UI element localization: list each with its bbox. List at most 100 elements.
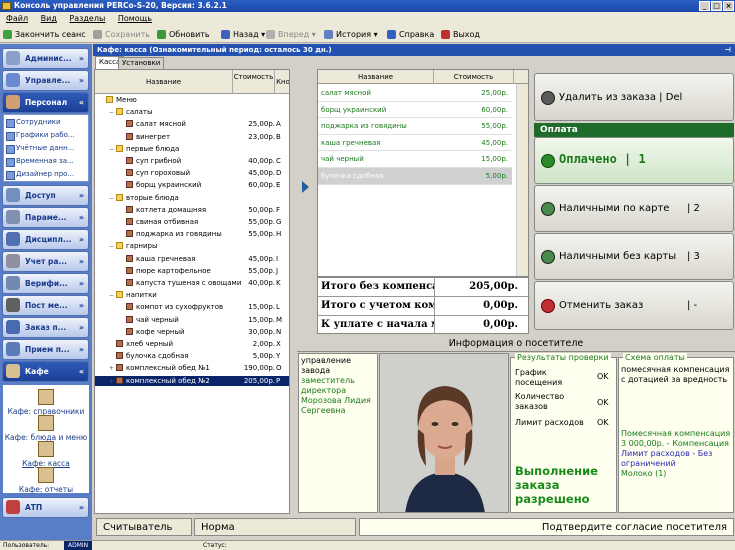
menu-row-key: A — [276, 120, 281, 129]
menu-row[interactable]: капуста тушеная с овощами 40,00р. K — [95, 278, 289, 289]
sidebar-access[interactable]: Доступ» — [2, 185, 89, 206]
tree-toggle-icon[interactable]: − — [109, 242, 116, 253]
maximize-icon[interactable]: □ — [711, 1, 722, 11]
menu-row[interactable]: суп гороховый 45,00р. D — [95, 168, 289, 179]
forward-button[interactable]: Вперед ▾ — [265, 27, 316, 42]
cash-no-card-button[interactable]: Наличными без карты | 3 — [534, 233, 734, 280]
menu-row[interactable]: − напитки — [95, 290, 289, 302]
menu-row[interactable]: свиная отбивная 55,00р. G — [95, 217, 289, 228]
menu-row[interactable]: винегрет 23,00р. B — [95, 132, 289, 143]
save-button[interactable]: Сохранить — [92, 27, 150, 42]
sidebar-item-employees[interactable]: Сотрудники — [6, 118, 61, 128]
sidebar-reception[interactable]: Прием п...» — [2, 339, 89, 360]
sidebar-item-schedules[interactable]: Графики рабо... — [6, 131, 75, 141]
tree-toggle-icon[interactable]: − — [109, 108, 116, 119]
menu-row[interactable]: − вторые блюда — [95, 193, 289, 205]
sidebar-item-cafe-cashier[interactable]: Кафе: касса — [3, 441, 89, 468]
sidebar-personnel[interactable]: Персонал « — [2, 92, 89, 113]
menu-row[interactable]: − гарниры — [95, 241, 289, 253]
sidebar-admin[interactable]: Админис...» — [2, 48, 89, 69]
column-price[interactable]: Стоимость — [233, 70, 275, 94]
menu-row[interactable]: Меню — [95, 95, 289, 106]
menu-row[interactable]: кофе черный 30,00р. N — [95, 327, 289, 338]
column-key[interactable]: Кно — [275, 70, 289, 94]
sidebar-params[interactable]: Параме...» — [2, 207, 89, 228]
order-row[interactable]: булочка сдобная 5,00р. — [318, 168, 512, 185]
sidebar-timesheet[interactable]: Учет ра...» — [2, 251, 89, 272]
order-row[interactable]: борщ украинский 60,00р. — [318, 102, 512, 119]
menu-row[interactable]: + комплексный обед №2 205,00р. P — [95, 375, 289, 388]
menu-row[interactable]: каша гречневая 45,00р. I — [95, 254, 289, 265]
sidebar-management[interactable]: Управле...» — [2, 70, 89, 91]
menu-view[interactable]: Вид — [41, 14, 57, 23]
tree-toggle-icon[interactable]: − — [109, 145, 116, 156]
sidebar-atp[interactable]: АТП» — [2, 497, 89, 518]
menu-row[interactable]: котлета домашняя 50,00р. F — [95, 205, 289, 216]
order-row[interactable]: чай черный 15,00р. — [318, 151, 512, 168]
column-name[interactable]: Название — [95, 70, 233, 94]
menu-row[interactable]: пюре картофельное 55,00р. J — [95, 266, 289, 277]
params-icon — [6, 210, 20, 224]
help-button[interactable]: Справка — [386, 27, 434, 42]
menu-row[interactable]: суп грибной 40,00р. C — [95, 156, 289, 167]
close-icon[interactable]: × — [723, 1, 734, 11]
menu-row[interactable]: − салаты — [95, 107, 289, 119]
sidebar-discipline[interactable]: Дисципл...» — [2, 229, 89, 250]
menu-row-name: хлеб черный — [109, 339, 173, 350]
cashier-icon — [38, 441, 54, 457]
folder-icon — [116, 242, 123, 250]
sidebar-order[interactable]: Заказ п...» — [2, 317, 89, 338]
refresh-button[interactable]: Обновить — [156, 27, 210, 42]
menu-row[interactable]: поджарка из говядины 55,00р. H — [95, 229, 289, 240]
menu-file[interactable]: Файл — [6, 14, 28, 23]
minimize-icon[interactable]: _ — [699, 1, 710, 11]
menu-row[interactable]: булочка сдобная 5,00р. Y — [95, 351, 289, 362]
refresh-icon — [157, 30, 166, 39]
order-allowed-message: Выполнение заказа разрешено — [515, 464, 598, 506]
history-button[interactable]: История ▾ — [323, 27, 378, 42]
sidebar-cafe[interactable]: Кафе « — [2, 361, 89, 382]
cash-by-card-button[interactable]: Наличными по карте | 2 — [534, 185, 734, 232]
sidebar-verification[interactable]: Верифи...» — [2, 273, 89, 294]
tree-toggle-icon[interactable]: − — [109, 194, 116, 205]
sidebar-item-accounts[interactable]: Учётные данн... — [5, 144, 74, 154]
back-button[interactable]: Назад ▾ — [220, 27, 265, 42]
paid-button[interactable]: Оплачено | 1 — [534, 137, 734, 184]
menu-help[interactable]: Помощь — [118, 14, 152, 23]
menu-row[interactable]: − первые блюда — [95, 144, 289, 156]
pin-icon[interactable]: ⊣ — [725, 44, 731, 56]
tree-toggle-icon[interactable]: − — [109, 291, 116, 302]
menu-row[interactable]: борщ украинский 60,00р. E — [95, 180, 289, 191]
order-column-name[interactable]: Название — [318, 70, 434, 84]
window-title: Консоль управления PERCo-S-20, Версия: 3… — [14, 1, 227, 10]
sidebar-item-designer[interactable]: Дизайнер про... — [5, 170, 74, 180]
tab-settings[interactable]: Установки — [118, 57, 165, 69]
tree-toggle-icon[interactable]: + — [109, 364, 116, 375]
menu-row-key: D — [276, 169, 282, 178]
sidebar-item-cafe-reports[interactable]: Кафе: отчеты — [3, 467, 89, 494]
menu-row[interactable]: компот из сухофруктов 15,00р. L — [95, 302, 289, 313]
sidebar-item-cafe-menu[interactable]: Кафе: блюда и меню — [3, 415, 89, 442]
add-arrow-icon[interactable] — [302, 181, 309, 193]
menu-row-label: борщ украинский — [136, 181, 202, 190]
exit-button[interactable]: Выход — [440, 27, 480, 42]
menu-row[interactable]: салат мясной 25,00р. A — [95, 119, 289, 130]
order-row[interactable]: салат мясной 25,00р. — [318, 85, 512, 102]
menu-sections[interactable]: Разделы — [69, 14, 105, 23]
sidebar-post[interactable]: Пост ме...» — [2, 295, 89, 316]
order-row[interactable]: поджарка из говядины 55,00р. — [318, 118, 512, 135]
sidebar-item-cafe-refs[interactable]: Кафе: справочники — [3, 389, 89, 416]
remove-from-order-button[interactable]: Удалить из заказа | Del — [534, 73, 734, 121]
menu-row[interactable]: чай черный 15,00р. M — [95, 315, 289, 326]
order-column-price[interactable]: Стоимость — [434, 70, 514, 84]
order-row[interactable]: каша гречневая 45,00р. — [318, 135, 512, 152]
folder-icon — [106, 96, 113, 103]
menu-row[interactable]: + комплексный обед №1 190,00р. O — [95, 363, 289, 375]
menu-row[interactable]: хлеб черный 2,00р. X — [95, 339, 289, 350]
cancel-order-button[interactable]: Отменить заказ | - — [534, 281, 734, 330]
tree-toggle-icon[interactable]: + — [109, 377, 116, 388]
order-scrollbar[interactable] — [516, 84, 528, 276]
end-session-button[interactable]: Закончить сеанс — [2, 27, 86, 42]
sidebar-item-temporary[interactable]: Временная за... — [6, 157, 74, 167]
menu-row-name: кофе черный — [119, 327, 185, 338]
